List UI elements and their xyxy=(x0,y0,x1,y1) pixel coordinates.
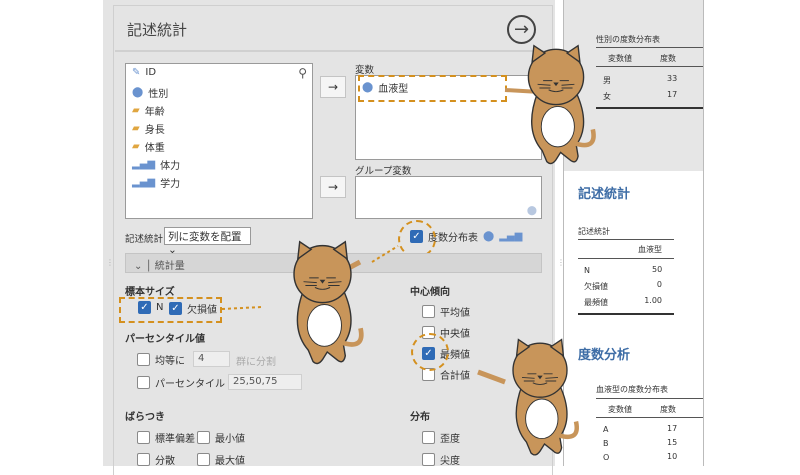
cat-illustration xyxy=(294,242,361,364)
cat-illustration xyxy=(513,340,577,455)
cat-arm xyxy=(477,369,506,385)
dotted-connector xyxy=(371,245,399,263)
cat-illustration xyxy=(528,46,593,164)
dotted-connector xyxy=(221,306,263,310)
annotation-overlay xyxy=(221,0,800,466)
